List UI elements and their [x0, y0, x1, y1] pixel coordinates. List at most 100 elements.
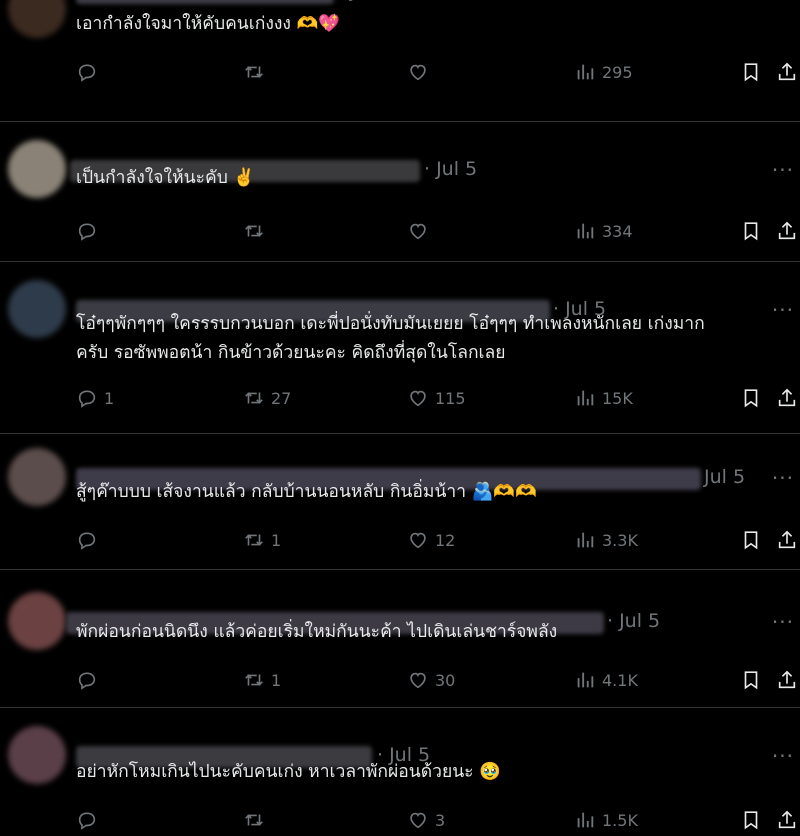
views-button[interactable]: 295 [574, 58, 633, 86]
views-icon [574, 61, 602, 83]
views-button[interactable]: 4.1K [574, 666, 638, 694]
share-button[interactable] [776, 217, 800, 245]
retweet-icon [243, 387, 271, 409]
reply-icon [76, 387, 104, 409]
like-icon [407, 529, 435, 551]
like-button[interactable]: 12 [407, 526, 455, 554]
reply-text: สู้ๆค๊าบบบ เส้จงานแล้ว กลับบ้านนอนหลับ ก… [76, 482, 537, 502]
retweet-icon [243, 669, 271, 691]
share-icon [776, 669, 800, 691]
reply-icon [76, 220, 104, 242]
reply-text: พักผ่อนก่อนนิดนึง แล้วค่อยเริ่มใหม่กันนะ… [76, 622, 558, 642]
like-count: 12 [435, 530, 456, 550]
reply-button[interactable]: 1 [76, 384, 114, 412]
views-button[interactable]: 1.5K [574, 806, 638, 834]
reply-item[interactable]: · Jul 5 ··· เป็นกำลังใจให้นะคับ ✌️ 334 [0, 122, 800, 262]
like-button[interactable] [407, 58, 435, 86]
bookmark-button[interactable] [740, 384, 768, 412]
reply-item[interactable]: Jul 5 ··· สู้ๆค๊าบบบ เส้จงานแล้ว กลับบ้านน… [0, 434, 800, 570]
reply-icon [76, 529, 104, 551]
like-button[interactable] [407, 217, 435, 245]
retweet-button[interactable]: 27 [243, 384, 291, 412]
share-button[interactable] [776, 384, 800, 412]
more-icon[interactable]: ··· [772, 0, 794, 4]
views-icon [574, 387, 602, 409]
like-icon [407, 220, 435, 242]
views-count: 4.1K [602, 670, 638, 690]
reply-button[interactable] [76, 666, 104, 694]
retweet-button[interactable] [243, 217, 271, 245]
like-icon [407, 61, 435, 83]
retweet-button[interactable]: 1 [243, 526, 281, 554]
views-count: 334 [602, 221, 633, 241]
action-bar: 1 27 115 15K [76, 384, 800, 412]
retweet-button[interactable]: 1 [243, 666, 281, 694]
retweet-icon [243, 61, 271, 83]
views-button[interactable]: 334 [574, 217, 633, 245]
avatar[interactable] [8, 0, 66, 38]
like-button[interactable]: 3 [407, 806, 445, 834]
like-count: 3 [435, 810, 446, 830]
like-icon [407, 387, 435, 409]
post-date[interactable]: · Jul 5 [338, 0, 391, 2]
views-icon [574, 529, 602, 551]
like-button[interactable]: 30 [407, 666, 455, 694]
reply-text: อย่าหักโหมเกินไปนะคับคนเก่ง หาเวลาพักผ่อ… [76, 762, 501, 782]
bookmark-button[interactable] [740, 806, 768, 834]
retweet-button[interactable] [243, 806, 271, 834]
avatar[interactable] [8, 726, 66, 784]
action-bar: 334 [76, 217, 800, 245]
action-bar: 3 1.5K [76, 806, 800, 834]
share-icon [776, 220, 800, 242]
like-count: 30 [435, 670, 456, 690]
views-button[interactable]: 15K [574, 384, 633, 412]
author-name-redacted[interactable] [76, 0, 334, 4]
views-icon [574, 669, 602, 691]
like-count: 115 [435, 388, 466, 408]
share-button[interactable] [776, 526, 800, 554]
views-icon [574, 220, 602, 242]
share-icon [776, 61, 800, 83]
avatar[interactable] [8, 592, 66, 650]
reply-item[interactable]: · Jul 5 ··· โอ๋ๆๆพักๆๆๆ ใครรรบกวนบอก เดะพี… [0, 262, 800, 434]
avatar[interactable] [8, 140, 66, 198]
share-icon [776, 809, 800, 831]
bookmark-button[interactable] [740, 526, 768, 554]
reply-text: เอากำลังใจมาให้คับคนเก่งงง 🫶💖 [76, 14, 341, 34]
reply-text: โอ๋ๆๆพักๆๆๆ ใครรรบกวนบอก เดะพี่ปอนั่งทับ… [76, 314, 705, 334]
bookmark-icon [740, 809, 768, 831]
action-bar: 1 12 3.3K [76, 526, 800, 554]
share-icon [776, 529, 800, 551]
reply-item[interactable]: · Jul 5 ··· อย่าหักโหมเกินไปนะคับคนเก่ง หา… [0, 708, 800, 836]
retweet-count: 27 [271, 388, 292, 408]
reply-button[interactable] [76, 58, 104, 86]
views-count: 295 [602, 62, 633, 82]
retweet-count: 1 [271, 670, 282, 690]
reply-icon [76, 61, 104, 83]
reply-button[interactable] [76, 217, 104, 245]
like-button[interactable]: 115 [407, 384, 466, 412]
bookmark-button[interactable] [740, 666, 768, 694]
action-bar: 1 30 4.1K [76, 666, 800, 694]
retweet-icon [243, 220, 271, 242]
share-button[interactable] [776, 666, 800, 694]
share-button[interactable] [776, 58, 800, 86]
avatar[interactable] [8, 280, 66, 338]
reply-button[interactable] [76, 526, 104, 554]
like-icon [407, 669, 435, 691]
like-icon [407, 809, 435, 831]
reply-item[interactable]: · Jul 5 ··· พักผ่อนก่อนนิดนึง แล้วค่อยเริ่… [0, 570, 800, 708]
share-button[interactable] [776, 806, 800, 834]
reply-text-line-2: ครับ รอซัพพอตน้า กินข้าวด้วยนะคะ คิดถึงท… [76, 343, 506, 363]
reply-item[interactable]: · Jul 5 ··· เอากำลังใจมาให้คับคนเก่งงง 🫶💖 2… [0, 0, 800, 122]
retweet-button[interactable] [243, 58, 271, 86]
bookmark-button[interactable] [740, 58, 768, 86]
retweet-icon [243, 529, 271, 551]
reply-button[interactable] [76, 806, 104, 834]
bookmark-icon [740, 61, 768, 83]
bookmark-button[interactable] [740, 217, 768, 245]
reply-count: 1 [104, 388, 115, 408]
retweet-count: 1 [271, 530, 282, 550]
avatar[interactable] [8, 448, 66, 506]
views-button[interactable]: 3.3K [574, 526, 638, 554]
